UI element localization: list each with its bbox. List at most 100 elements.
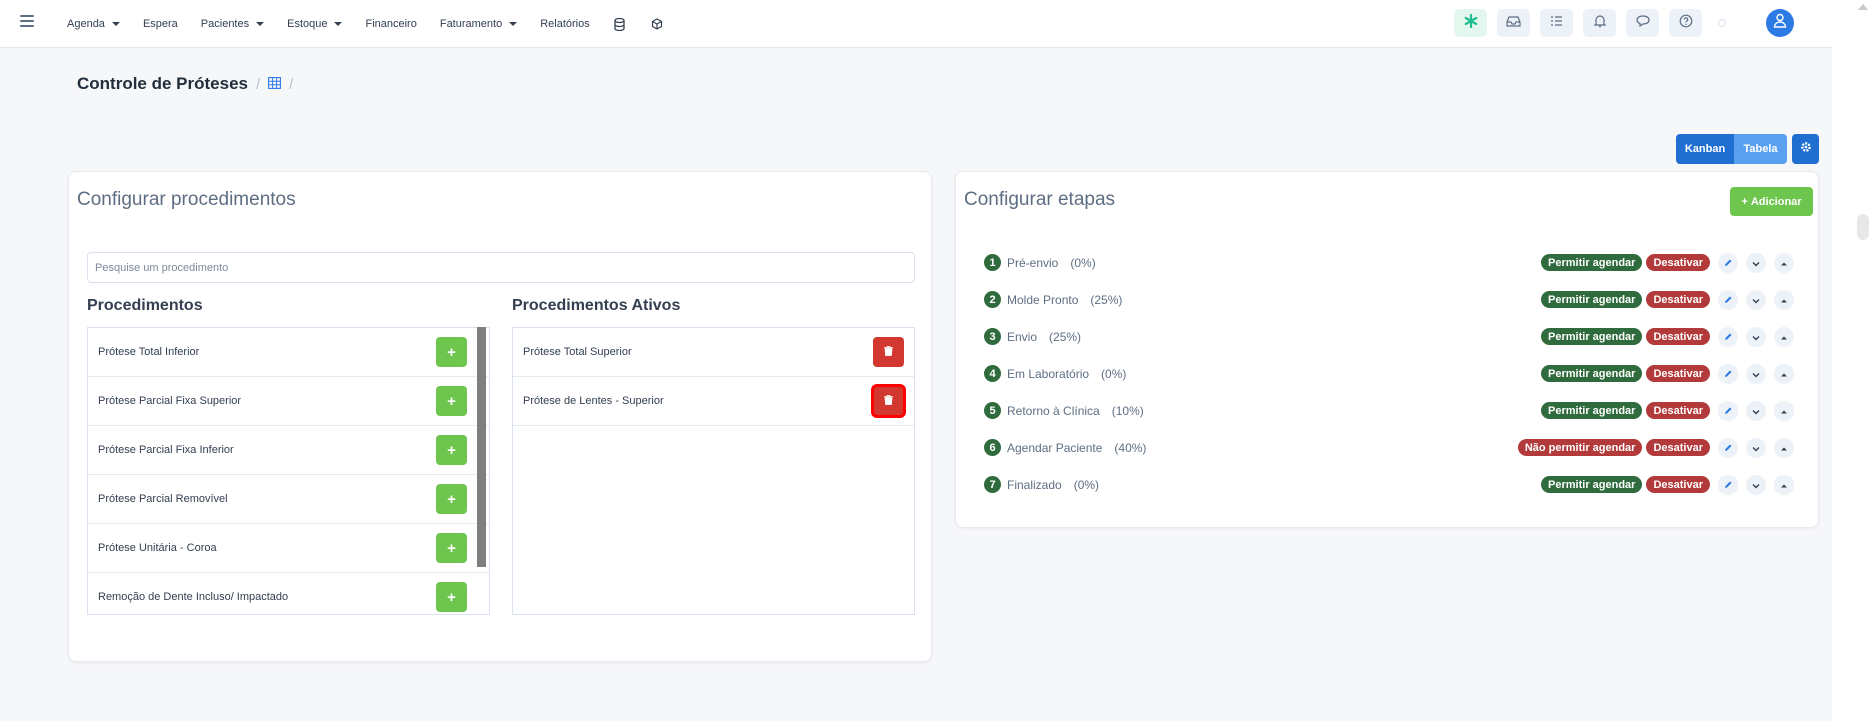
grid-icon[interactable]: [268, 74, 282, 94]
edit-stage-button[interactable]: [1718, 437, 1738, 458]
nav-relatorios[interactable]: Relatórios: [540, 18, 590, 30]
permit-scheduling-badge[interactable]: Permitir agendar: [1541, 291, 1643, 308]
add-stage-button[interactable]: + Adicionar: [1730, 187, 1813, 216]
deactivate-badge[interactable]: Desativar: [1646, 328, 1710, 345]
checklist-button[interactable]: [1540, 9, 1573, 37]
user-avatar[interactable]: [1766, 9, 1794, 37]
move-down-button[interactable]: [1746, 252, 1766, 273]
permit-scheduling-badge[interactable]: Permitir agendar: [1541, 402, 1643, 419]
remove-procedure-button[interactable]: [873, 337, 904, 367]
procedures-card-title: Configurar procedimentos: [77, 189, 296, 210]
no-scheduling-badge[interactable]: Não permitir agendar: [1517, 439, 1643, 456]
stage-name: Pré-envio: [1007, 255, 1059, 270]
remove-procedure-button[interactable]: [871, 384, 906, 418]
nav-espera[interactable]: Espera: [143, 18, 178, 30]
kanban-view-button[interactable]: Kanban: [1676, 134, 1734, 164]
edit-stage-button[interactable]: [1718, 474, 1738, 495]
add-procedure-button[interactable]: +: [436, 484, 467, 514]
settings-button[interactable]: [1792, 134, 1819, 164]
page-scrollbar-thumb[interactable]: [1857, 214, 1869, 240]
deactivate-badge[interactable]: Desativar: [1646, 439, 1710, 456]
list-item: Prótese Total Superior: [513, 328, 914, 377]
caret-up-icon: [1780, 254, 1788, 272]
pencil-icon: [1724, 328, 1733, 346]
star-button[interactable]: [1454, 9, 1487, 37]
pencil-icon: [1724, 439, 1733, 457]
permit-scheduling-badge[interactable]: Permitir agendar: [1541, 328, 1643, 345]
edit-stage-button[interactable]: [1718, 400, 1738, 421]
help-button[interactable]: [1669, 9, 1702, 37]
stage-percent: (0%): [1070, 255, 1096, 270]
deactivate-badge[interactable]: Desativar: [1646, 476, 1710, 493]
nav-cube[interactable]: [650, 17, 664, 31]
stage-row: 3 Envio (25%) Permitir agendar Desativar: [984, 318, 1794, 355]
stage-percent: (40%): [1114, 440, 1147, 455]
permit-scheduling-badge[interactable]: Permitir agendar: [1541, 365, 1643, 382]
edit-stage-button[interactable]: [1718, 252, 1738, 273]
menu-toggle-icon[interactable]: [20, 15, 34, 27]
add-procedure-button[interactable]: +: [436, 533, 467, 563]
bell-icon: [1593, 14, 1606, 33]
notifications-button[interactable]: [1583, 9, 1616, 37]
add-procedure-button[interactable]: +: [436, 582, 467, 612]
permit-scheduling-badge[interactable]: Permitir agendar: [1541, 254, 1643, 271]
stage-percent: (25%): [1090, 292, 1123, 307]
deactivate-badge[interactable]: Desativar: [1646, 365, 1710, 382]
table-view-button[interactable]: Tabela: [1734, 134, 1787, 164]
move-up-button[interactable]: [1774, 437, 1794, 458]
permit-scheduling-badge[interactable]: Permitir agendar: [1541, 476, 1643, 493]
deactivate-badge[interactable]: Desativar: [1646, 402, 1710, 419]
stage-name: Retorno à Clínica: [1007, 403, 1100, 418]
stage-name: Agendar Paciente: [1007, 440, 1103, 455]
nav-pacientes-label: Pacientes: [200, 18, 250, 30]
chevron-down-icon: [1752, 328, 1760, 346]
move-down-button[interactable]: [1746, 363, 1766, 384]
stage-row: 2 Molde Pronto (25%) Permitir agendar Desa…: [984, 281, 1794, 318]
move-up-button[interactable]: [1774, 363, 1794, 384]
plus-icon: +: [1741, 195, 1748, 208]
plus-icon: +: [447, 490, 456, 508]
procedure-search-input[interactable]: [87, 252, 915, 283]
plus-icon: +: [447, 539, 456, 557]
stage-number: 7: [984, 476, 1001, 493]
inbox-icon: [1506, 14, 1521, 32]
move-down-button[interactable]: [1746, 326, 1766, 347]
stage-row: 1 Pré-envio (0%) Permitir agendar Desativa…: [984, 244, 1794, 281]
nav-faturamento[interactable]: Faturamento: [440, 18, 518, 30]
move-up-button[interactable]: [1774, 326, 1794, 347]
scroll-up-arrow-icon[interactable]: [1858, 4, 1868, 10]
move-down-button[interactable]: [1746, 289, 1766, 310]
stage-percent: (0%): [1101, 366, 1127, 381]
edit-stage-button[interactable]: [1718, 289, 1738, 310]
move-up-button[interactable]: [1774, 474, 1794, 495]
nav-agenda[interactable]: Agenda: [67, 18, 120, 30]
nav-financeiro[interactable]: Financeiro: [365, 18, 416, 30]
move-down-button[interactable]: [1746, 400, 1766, 421]
move-up-button[interactable]: [1774, 400, 1794, 421]
procedures-scrollbar[interactable]: [477, 327, 486, 567]
inbox-button[interactable]: [1497, 9, 1530, 37]
deactivate-badge[interactable]: Desativar: [1646, 254, 1710, 271]
nav-estoque[interactable]: Estoque: [287, 18, 343, 30]
list-item: Prótese Unitária - Coroa +: [88, 524, 489, 573]
nav-pacientes[interactable]: Pacientes: [200, 18, 265, 30]
move-up-button[interactable]: [1774, 252, 1794, 273]
move-down-button[interactable]: [1746, 437, 1766, 458]
add-procedure-button[interactable]: +: [436, 435, 467, 465]
stage-number: 3: [984, 328, 1001, 345]
move-up-button[interactable]: [1774, 289, 1794, 310]
stage-percent: (25%): [1049, 329, 1082, 344]
cube-icon: [650, 17, 664, 31]
move-down-button[interactable]: [1746, 474, 1766, 495]
edit-stage-button[interactable]: [1718, 326, 1738, 347]
chat-button[interactable]: [1626, 9, 1659, 37]
deactivate-badge[interactable]: Desativar: [1646, 291, 1710, 308]
plus-icon: +: [447, 392, 456, 410]
add-procedure-button[interactable]: +: [436, 386, 467, 416]
add-procedure-button[interactable]: +: [436, 337, 467, 367]
caret-down-icon: [256, 22, 265, 26]
nav-database[interactable]: [613, 17, 627, 31]
edit-stage-button[interactable]: [1718, 363, 1738, 384]
chat-icon: [1635, 14, 1650, 32]
list-item: Remoção de Dente Incluso/ Impactado +: [88, 573, 489, 614]
